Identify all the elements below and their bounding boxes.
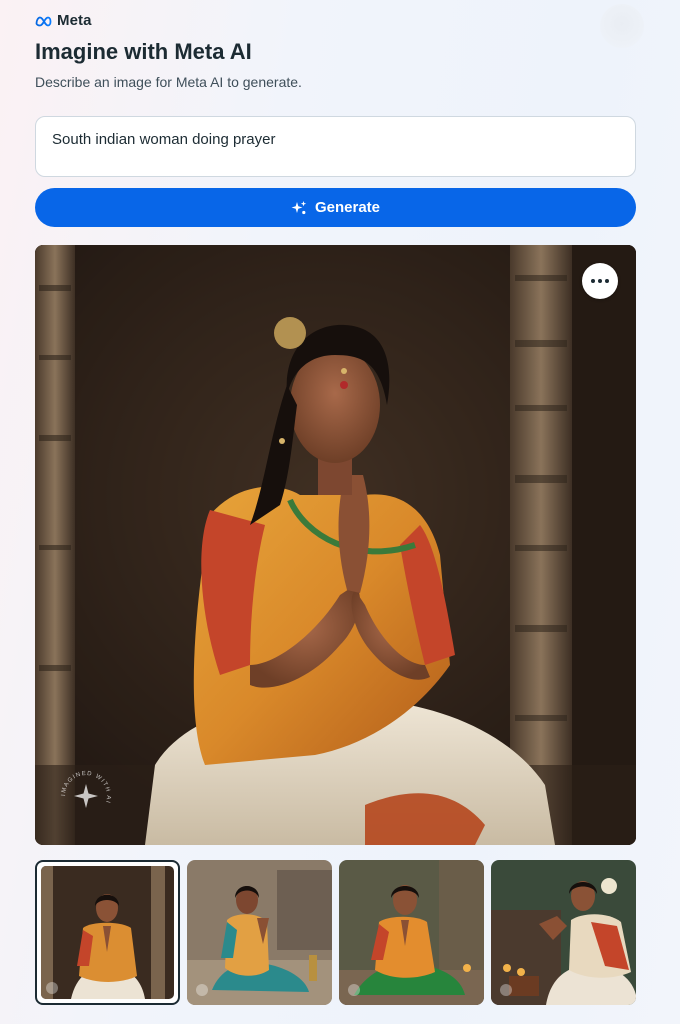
imagined-with-ai-watermark: IMAGINED WITH AI [58,768,114,824]
meta-logo[interactable]: Meta [35,12,92,29]
sparkle-icon [291,200,307,214]
thumbnail-4-image [491,860,636,1005]
prompt-input[interactable]: South indian woman doing prayer [35,116,636,177]
thumbnail-2-image [187,860,332,1005]
generate-button-label: Generate [314,199,381,216]
thumbnail-watermark-icon [46,982,58,994]
page-subtitle: Describe an image for Meta AI to generat… [35,74,302,90]
meta-wordmark: Meta [57,12,92,29]
thumbnail-1[interactable] [35,860,180,1005]
thumbnail-strip [35,860,636,1005]
meta-infinity-icon [35,16,52,26]
generated-image[interactable] [35,245,636,845]
generated-image-artwork [35,245,636,845]
more-options-button[interactable] [582,263,618,299]
thumbnail-watermark-icon [500,984,512,996]
thumbnail-2[interactable] [187,860,332,1005]
thumbnail-3[interactable] [339,860,484,1005]
more-horizontal-icon [591,279,609,283]
thumbnail-1-image [41,866,174,999]
generate-button[interactable]: Generate [35,188,636,227]
page-title: Imagine with Meta AI [35,39,252,64]
avatar[interactable] [600,4,644,48]
thumbnail-3-image [339,860,484,1005]
thumbnail-watermark-icon [348,984,360,996]
thumbnail-4[interactable] [491,860,636,1005]
thumbnail-watermark-icon [196,984,208,996]
imagined-with-ai-watermark-icon: IMAGINED WITH AI [61,771,110,808]
